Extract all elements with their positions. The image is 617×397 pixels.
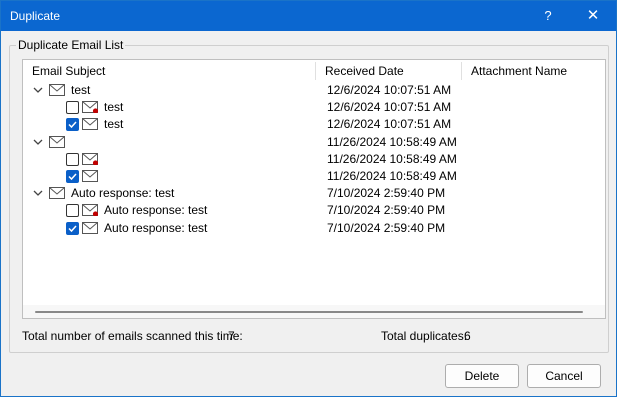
- group-row[interactable]: 11/26/2024 10:58:49 AM: [23, 134, 605, 151]
- column-header-received-date[interactable]: Received Date: [316, 60, 461, 82]
- close-button[interactable]: ✕: [578, 4, 608, 28]
- row-checkbox[interactable]: [66, 152, 79, 166]
- table-row[interactable]: Auto response: test 7/10/2024 2:59:40 PM: [23, 202, 605, 219]
- received-date: 11/26/2024 10:58:49 AM: [327, 151, 457, 166]
- chevron-down-icon[interactable]: [33, 85, 43, 95]
- mail-icon: [82, 170, 98, 182]
- duplicates-count-label: Total duplicates:: [381, 329, 468, 343]
- row-checkbox[interactable]: [66, 221, 79, 235]
- row-checkbox[interactable]: [66, 170, 79, 183]
- received-date: 7/10/2024 2:59:40 PM: [327, 186, 446, 201]
- scanned-count-label: Total number of emails scanned this time…: [22, 329, 243, 343]
- email-subject: Auto response: test: [104, 203, 208, 218]
- email-subject: Auto response: test: [104, 220, 208, 235]
- table-row[interactable]: Auto response: test 7/10/2024 2:59:40 PM: [23, 220, 605, 237]
- table-row[interactable]: test 12/6/2024 10:07:51 AM: [23, 99, 605, 116]
- column-header-attachment-name[interactable]: Attachment Name: [462, 60, 605, 82]
- check-icon: [68, 225, 77, 232]
- received-date: 11/26/2024 10:58:49 AM: [327, 134, 457, 149]
- duplicates-count-value: 6: [464, 329, 471, 343]
- received-date: 12/6/2024 10:07:51 AM: [327, 83, 452, 97]
- help-button[interactable]: ?: [533, 4, 563, 28]
- row-checkbox[interactable]: [66, 204, 79, 218]
- check-icon: [68, 121, 77, 129]
- scanned-count-value: 7: [228, 329, 235, 343]
- row-checkbox[interactable]: [66, 101, 79, 115]
- group-label: Duplicate Email List: [16, 38, 126, 52]
- chevron-down-icon[interactable]: [33, 188, 43, 198]
- received-date: 11/26/2024 10:58:49 AM: [327, 169, 457, 183]
- received-date: 7/10/2024 2:59:40 PM: [327, 220, 446, 235]
- email-subject: test: [104, 100, 124, 115]
- group-row[interactable]: test 12/6/2024 10:07:51 AM: [23, 82, 605, 99]
- list-header: Email Subject Received Date Attachment N…: [23, 60, 605, 82]
- mail-icon: [82, 221, 98, 234]
- unread-mail-icon: [82, 152, 98, 165]
- received-date: 12/6/2024 10:07:51 AM: [327, 117, 452, 132]
- table-row[interactable]: 11/26/2024 10:58:49 AM: [23, 168, 605, 185]
- group-row[interactable]: Auto response: test 7/10/2024 2:59:40 PM: [23, 185, 605, 202]
- mail-icon: [82, 118, 98, 131]
- received-date: 12/6/2024 10:07:51 AM: [327, 100, 452, 115]
- unread-mail-icon: [82, 204, 98, 217]
- mail-icon: [49, 84, 65, 96]
- mail-icon: [49, 187, 65, 200]
- title-bar[interactable]: Duplicate ? ✕: [1, 1, 616, 31]
- email-subject: test: [71, 83, 91, 97]
- table-row[interactable]: 11/26/2024 10:58:49 AM: [23, 151, 605, 168]
- column-header-subject[interactable]: Email Subject: [23, 60, 315, 82]
- row-checkbox[interactable]: [66, 118, 79, 132]
- window-title: Duplicate: [10, 9, 61, 23]
- delete-button[interactable]: Delete: [445, 364, 519, 388]
- duplicate-email-list[interactable]: Email Subject Received Date Attachment N…: [22, 59, 606, 319]
- email-subject: Auto response: test: [71, 186, 175, 201]
- mail-icon: [49, 135, 65, 148]
- email-subject: test: [104, 117, 124, 132]
- chevron-down-icon[interactable]: [33, 137, 43, 147]
- table-row[interactable]: test 12/6/2024 10:07:51 AM: [23, 116, 605, 133]
- scrollbar-thumb[interactable]: [35, 311, 583, 313]
- cancel-button[interactable]: Cancel: [527, 364, 601, 388]
- check-icon: [68, 173, 77, 181]
- unread-mail-icon: [82, 101, 98, 114]
- received-date: 7/10/2024 2:59:40 PM: [327, 203, 446, 218]
- horizontal-scrollbar[interactable]: [23, 305, 605, 318]
